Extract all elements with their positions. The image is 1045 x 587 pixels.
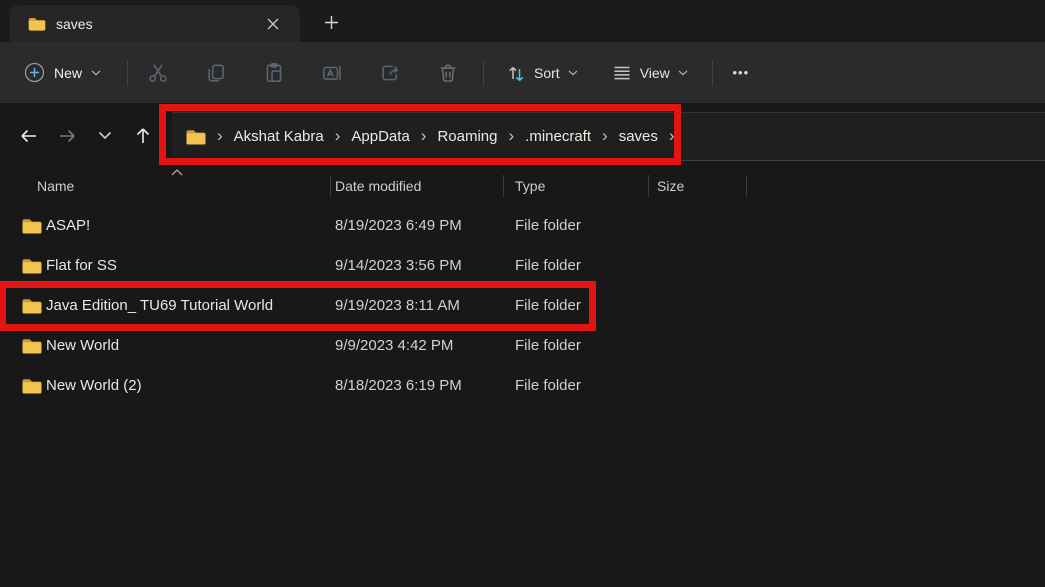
file-row-new-world-2[interactable]: New World (2) 8/18/2023 6:19 PM File fol…	[0, 366, 1045, 406]
breadcrumb-segment-roaming[interactable]: Roaming	[437, 128, 497, 145]
sort-arrows-icon	[506, 63, 526, 83]
breadcrumb-separator: ›	[421, 127, 427, 144]
header-name[interactable]: Name	[37, 166, 74, 206]
forward-button[interactable]	[51, 120, 83, 152]
up-button[interactable]	[127, 120, 159, 152]
breadcrumb-separator: ›	[602, 127, 608, 144]
file-date-modified: 9/14/2023 3:56 PM	[335, 246, 462, 286]
new-button-label: New	[54, 65, 82, 81]
folder-icon	[22, 298, 42, 314]
back-button[interactable]	[13, 120, 45, 152]
rename-icon	[321, 62, 343, 84]
chevron-down-icon	[568, 70, 578, 76]
breadcrumb-separator: ›	[335, 127, 341, 144]
header-date-modified[interactable]: Date modified	[335, 166, 421, 206]
trash-icon	[437, 62, 459, 84]
view-button-label: View	[640, 65, 670, 81]
file-type: File folder	[515, 286, 581, 326]
toolbar-divider	[127, 60, 128, 86]
breadcrumb-segment-saves[interactable]: saves	[619, 128, 658, 145]
share-icon	[379, 62, 401, 84]
file-row-java-edition-tutorial-world[interactable]: Java Edition_ TU69 Tutorial World 9/19/2…	[0, 286, 1045, 326]
file-type: File folder	[515, 246, 581, 286]
folder-icon	[186, 129, 206, 145]
file-row-asap[interactable]: ASAP! 8/19/2023 6:49 PM File folder	[0, 206, 1045, 246]
recent-locations-chevron[interactable]	[89, 120, 121, 152]
sort-button[interactable]: Sort	[496, 54, 588, 92]
file-date-modified: 8/18/2023 6:19 PM	[335, 366, 462, 406]
column-divider[interactable]	[746, 175, 747, 197]
chevron-down-icon	[91, 70, 101, 76]
folder-icon	[22, 218, 42, 234]
folder-icon	[22, 338, 42, 354]
list-lines-icon	[612, 63, 632, 83]
sort-ascending-icon	[171, 169, 183, 176]
chevron-down-icon	[678, 70, 688, 76]
file-name: Flat for SS	[46, 246, 117, 286]
file-type: File folder	[515, 366, 581, 406]
rename-button[interactable]	[310, 54, 354, 92]
copy-icon	[205, 62, 227, 84]
file-name: New World	[46, 326, 119, 366]
toolbar-divider	[483, 60, 484, 86]
folder-icon	[22, 258, 42, 274]
header-type[interactable]: Type	[515, 166, 545, 206]
file-list: ASAP! 8/19/2023 6:49 PM File folder Flat…	[0, 206, 1045, 406]
tab-saves[interactable]: saves	[10, 5, 300, 42]
breadcrumb-segment-minecraft[interactable]: .minecraft	[525, 128, 591, 145]
breadcrumb-segment-user[interactable]: Akshat Kabra	[234, 128, 324, 145]
tab-title: saves	[56, 16, 93, 32]
address-bar[interactable]: › Akshat Kabra › AppData › Roaming › .mi…	[172, 112, 1045, 161]
tab-bar: saves	[0, 0, 1045, 42]
file-type: File folder	[515, 326, 581, 366]
paste-button[interactable]	[252, 54, 296, 92]
view-button[interactable]: View	[602, 54, 698, 92]
cut-button[interactable]	[136, 54, 180, 92]
close-tab-icon[interactable]	[262, 13, 284, 35]
file-type: File folder	[515, 206, 581, 246]
column-headers: Name Date modified Type Size	[0, 166, 1045, 206]
command-toolbar: New	[0, 42, 1045, 103]
share-button[interactable]	[368, 54, 412, 92]
file-row-flat-for-ss[interactable]: Flat for SS 9/14/2023 3:56 PM File folde…	[0, 246, 1045, 286]
header-size[interactable]: Size	[657, 166, 684, 206]
navigation-row: › Akshat Kabra › AppData › Roaming › .mi…	[0, 103, 1045, 168]
breadcrumb-separator: ›	[217, 127, 223, 144]
column-divider[interactable]	[330, 175, 331, 197]
file-explorer-window: saves New	[0, 0, 1045, 587]
column-divider[interactable]	[503, 175, 504, 197]
delete-button[interactable]	[426, 54, 470, 92]
new-button[interactable]: New	[14, 54, 111, 92]
column-divider[interactable]	[648, 175, 649, 197]
scissors-icon	[147, 62, 169, 84]
file-name: New World (2)	[46, 366, 142, 406]
copy-button[interactable]	[194, 54, 238, 92]
breadcrumb-segment-appdata[interactable]: AppData	[351, 128, 409, 145]
file-date-modified: 8/19/2023 6:49 PM	[335, 206, 462, 246]
clipboard-icon	[263, 62, 285, 84]
folder-icon	[28, 17, 46, 31]
folder-icon	[22, 378, 42, 394]
file-name: ASAP!	[46, 206, 90, 246]
more-options-button[interactable]: •••	[721, 54, 761, 92]
sort-button-label: Sort	[534, 65, 560, 81]
file-date-modified: 9/19/2023 8:11 AM	[335, 286, 460, 326]
ellipsis-icon: •••	[732, 65, 749, 80]
plus-circle-icon	[24, 62, 45, 83]
breadcrumb-separator: ›	[669, 127, 675, 144]
new-tab-button[interactable]	[318, 9, 344, 35]
file-row-new-world[interactable]: New World 9/9/2023 4:42 PM File folder	[0, 326, 1045, 366]
file-name: Java Edition_ TU69 Tutorial World	[46, 286, 273, 326]
toolbar-divider	[712, 60, 713, 86]
breadcrumb: › Akshat Kabra › AppData › Roaming › .mi…	[172, 128, 675, 145]
breadcrumb-separator: ›	[508, 127, 514, 144]
file-date-modified: 9/9/2023 4:42 PM	[335, 326, 453, 366]
